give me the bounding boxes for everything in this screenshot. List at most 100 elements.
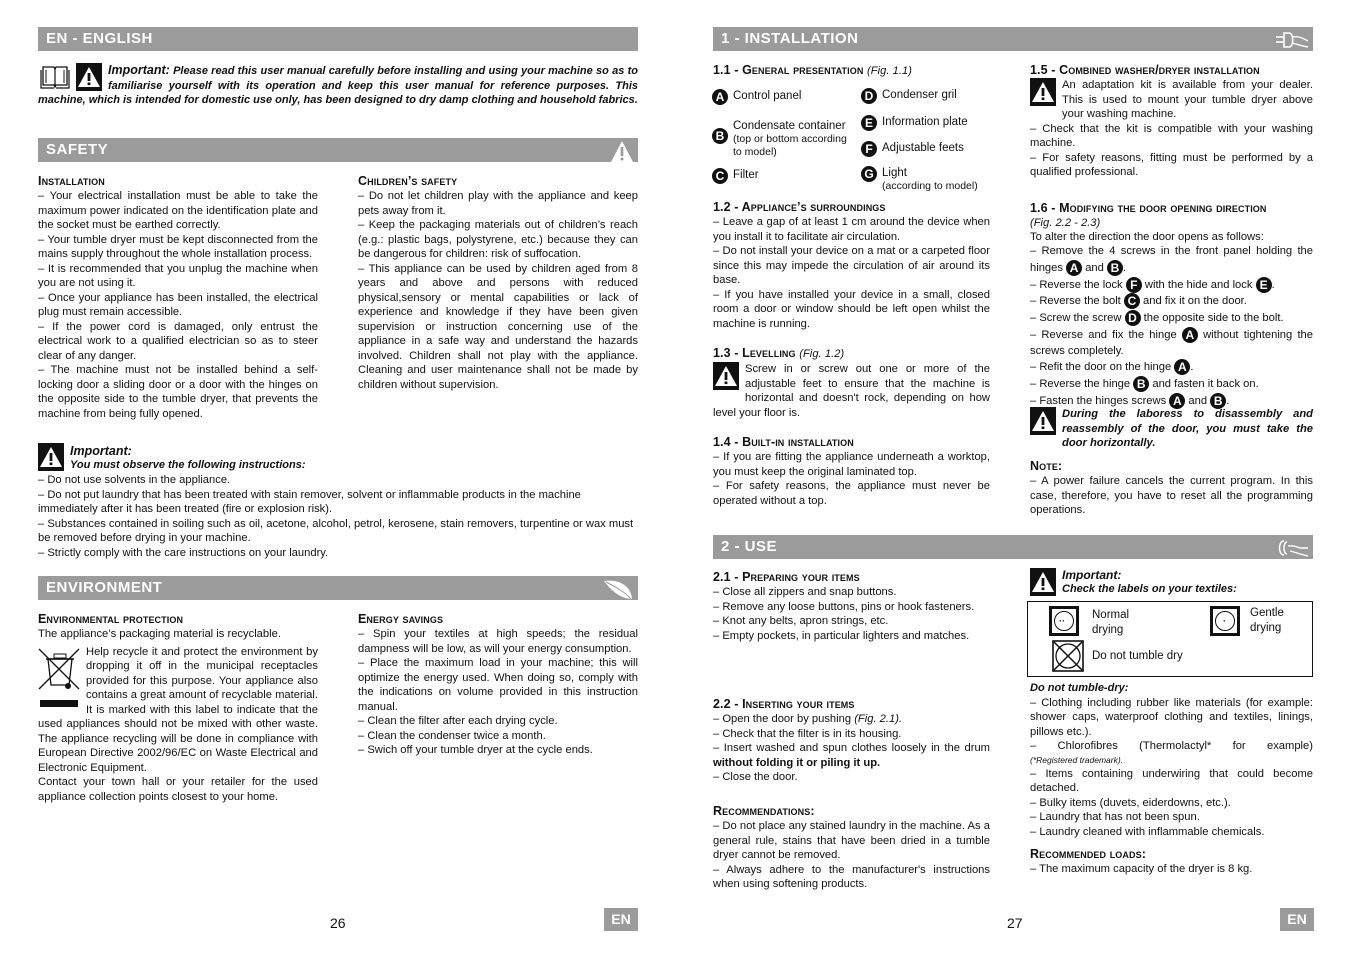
- section-header-title: 1 - INSTALLATION: [721, 30, 859, 47]
- warning-icon: [76, 63, 102, 91]
- important-subtitle: You must observe the following instructi…: [70, 459, 306, 471]
- subsection-title: 2.1 - Preparing your items: [713, 570, 860, 584]
- list-item: – Items containing underwiring that coul…: [1030, 767, 1313, 795]
- subsection-title: Environmental protection: [38, 612, 184, 626]
- step: – Refit the door on the hinge A.: [1030, 359, 1194, 376]
- item-text: – Open the door by pushing: [713, 713, 855, 725]
- warning-icon: [713, 362, 739, 390]
- subsection-title: Note:: [1030, 459, 1063, 473]
- section-header-environment: ENVIRONMENT: [38, 576, 638, 600]
- item-text: – Insert washed and spun clothes loosely…: [713, 742, 990, 754]
- list-item: – For safety reasons, the appliance must…: [713, 480, 990, 507]
- list-item: – Close the door.: [713, 771, 798, 783]
- step-text: – Reverse the bolt: [1030, 295, 1121, 308]
- subsection-title: Recommended loads:: [1030, 847, 1146, 861]
- list-item: – Knot any belts, apron strings, etc.: [713, 615, 889, 627]
- badge-a: A: [1066, 259, 1083, 276]
- list-item: – Clean the condenser twice a month.: [358, 729, 546, 742]
- legend-label: Information plate: [882, 116, 968, 128]
- badge-a: A: [712, 89, 728, 105]
- list-item: – Remove any loose buttons, pins or hook…: [713, 600, 975, 613]
- do-not-tumble-dry: Do not tumble-dry: – Clothing including …: [1030, 681, 1313, 839]
- adaptation-kit-text: An adaptation kit is available from your…: [1062, 79, 1313, 120]
- section-header-title: 2 - USE: [721, 538, 778, 555]
- badge-e: E: [1255, 276, 1272, 293]
- list-item: – If you are fitting the appliance under…: [713, 451, 990, 478]
- safety-installation: Installation – Your electrical installat…: [38, 173, 318, 421]
- important-title: Important:: [1062, 568, 1122, 582]
- list-item: – Keep the packaging materials out of ch…: [358, 219, 638, 260]
- list-item: – Clean the filter after each drying cyc…: [358, 715, 558, 727]
- step-text: – Reverse the hinge: [1030, 378, 1131, 391]
- list-item: – The machine must not be installed behi…: [38, 364, 318, 420]
- subsection-title: 1.5 - Combined washer/dryer installation: [1030, 63, 1260, 77]
- step-text: – Refit the door on the hinge: [1030, 361, 1172, 374]
- legend-label: Filter: [733, 169, 759, 181]
- dot: ·: [1223, 616, 1226, 626]
- badge-b: B: [1133, 376, 1150, 393]
- figure-ref: (Fig. 1.1): [867, 65, 913, 77]
- list-item: – Do not let children play with the appl…: [358, 190, 638, 217]
- section-header-safety: SAFETY: [38, 138, 638, 162]
- step-text: with the hide and lock: [1144, 278, 1253, 291]
- step: – Reverse the bolt C and fix it on the d…: [1030, 293, 1313, 310]
- book-icon: [40, 64, 70, 90]
- note: Note: – A power failure cancels the curr…: [1030, 458, 1313, 518]
- important-title: Important:: [70, 444, 132, 458]
- item-text-bold: without folding it or piling it up.: [713, 756, 881, 769]
- energy-savings: Energy savings – Spin your textiles at h…: [358, 611, 638, 758]
- list-item: – Substances contained in soiling such a…: [38, 517, 634, 545]
- section-header-installation: 1 - INSTALLATION: [713, 27, 1313, 51]
- gentle-drying-symbol-icon: ·: [1210, 606, 1240, 636]
- legend-label-main: Condensate container: [733, 120, 846, 132]
- list-item: – Swich off your tumble dryer at the cyc…: [358, 744, 593, 756]
- list-item: – Your tumble dryer must be kept disconn…: [38, 233, 318, 261]
- legend-label: Condensate container (top or bottom accor…: [733, 120, 853, 159]
- step: – Reverse the lock F with the hide and l…: [1030, 276, 1275, 293]
- list-item: – Your electrical installation must be a…: [38, 190, 318, 231]
- list-item: – Leave a gap of at least 1 cm around th…: [713, 216, 990, 243]
- step: – Reverse the hinge B and fasten it back…: [1030, 376, 1313, 393]
- figure-ref: (Fig. 1.2): [799, 348, 845, 360]
- weee-bin-icon: [38, 645, 82, 709]
- warning-icon: [38, 443, 64, 471]
- hand-touch-icon: [1275, 537, 1309, 557]
- badge-f: F: [1125, 276, 1142, 293]
- subsection-title: 1.3 - Levelling (Fig. 1.2): [713, 345, 990, 362]
- list-item: – Do not use solvents in the appliance.: [38, 474, 231, 486]
- legend-label: Condenser gril: [882, 89, 957, 101]
- note-text: – A power failure cancels the current pr…: [1030, 475, 1313, 516]
- use-important: Important: Check the labels on your text…: [1030, 568, 1313, 598]
- page-number: 27: [1007, 915, 1023, 931]
- appliance-surroundings: 1.2 - Appliance’s surroundings – Leave a…: [713, 199, 990, 331]
- badge-b: B: [712, 128, 728, 144]
- section-header-use: 2 - USE: [713, 535, 1313, 559]
- badge-g: G: [861, 166, 877, 182]
- subsection-title: Installation: [38, 174, 105, 188]
- safety-children: Children’s safety – Do not let children …: [358, 173, 638, 392]
- step-text: – Fasten the hinges screws: [1030, 394, 1167, 407]
- subsection-title: 2.2 - Inserting your items: [713, 697, 855, 711]
- do-not-tumble-dry-label: Do not tumble dry: [1092, 650, 1183, 662]
- list-item: – Check that the kit is compatible with …: [1030, 122, 1313, 150]
- loads-text: – The maximum capacity of the dryer is 8…: [1030, 863, 1253, 875]
- inserting-items: 2.2 - Inserting your items – Open the do…: [713, 696, 990, 785]
- list-item: – It is recommended that you unplug the …: [38, 262, 318, 290]
- combined-washer-dryer: 1.5 - Combined washer/dryer installation…: [1030, 62, 1313, 180]
- legend-label: Light (according to model): [882, 167, 978, 193]
- badge-c: C: [1123, 293, 1140, 310]
- badge-b: B: [1106, 259, 1123, 276]
- warning-icon: [1030, 407, 1056, 435]
- step-text: – Reverse the lock: [1030, 278, 1123, 291]
- step: – Reverse and fix the hinge A without ti…: [1030, 326, 1313, 360]
- list-item: – Do not install your device on a mat or…: [713, 245, 990, 286]
- list-item: – Laundry cleaned with inflammable chemi…: [1030, 825, 1265, 838]
- right-page: 1 - INSTALLATION 1.1 - General presentat…: [675, 0, 1350, 954]
- do-not-tumble-dry-symbol-icon: [1052, 640, 1084, 672]
- subsection-title-text: 1.1 - General presentation: [713, 63, 864, 77]
- step: – Screw the screw D the opposite side to…: [1030, 310, 1313, 327]
- warning-icon: [1030, 78, 1056, 106]
- plug-icon: [1275, 29, 1309, 49]
- levelling-text: Screw in or screw out one or more of the…: [713, 363, 990, 419]
- badge-c: C: [712, 168, 728, 184]
